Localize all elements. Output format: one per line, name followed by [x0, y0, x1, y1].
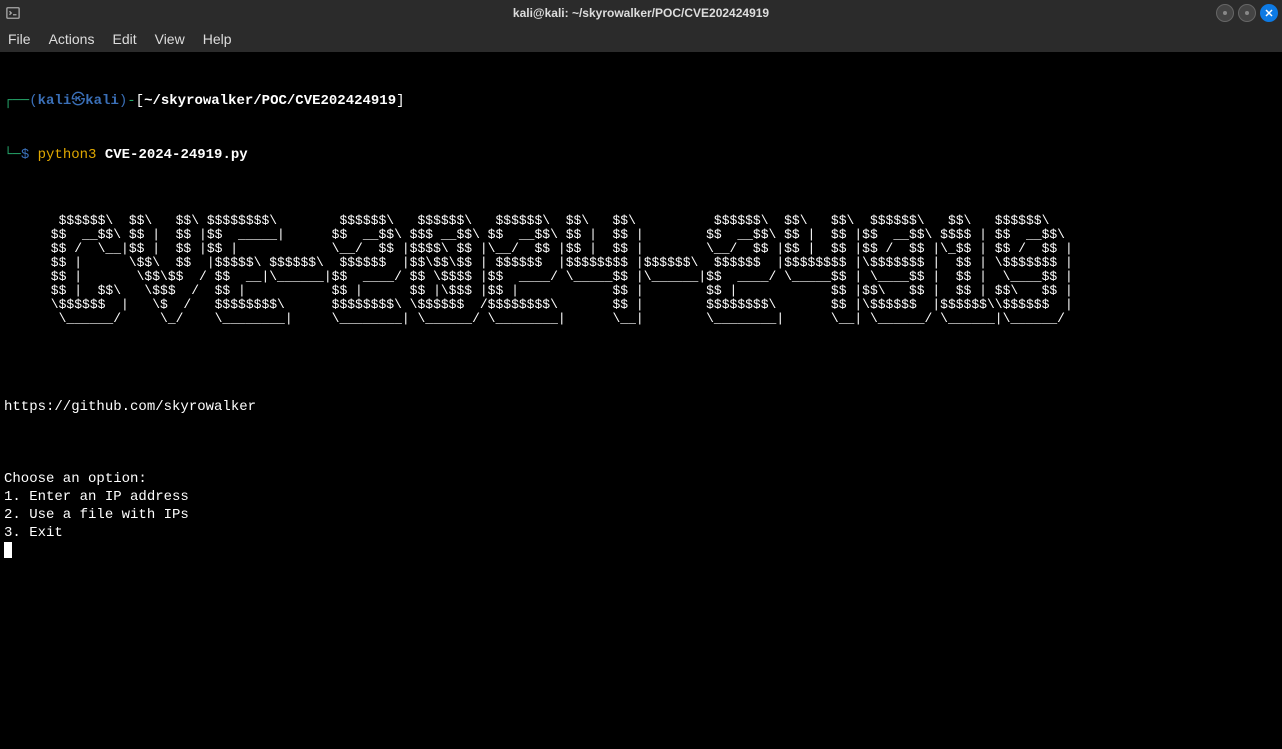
window-title: kali@kali: ~/skyrowalker/POC/CVE20242491…: [513, 6, 769, 20]
menu-option-2: 2. Use a file with IPs: [4, 507, 189, 523]
prompt-corner-bottom: └─: [4, 146, 21, 164]
output-url: https://github.com/skyrowalker: [4, 398, 1278, 416]
prompt-user: kali: [38, 92, 72, 110]
command-argument: CVE-2024-24919.py: [105, 146, 248, 164]
prompt-close-paren: ): [119, 92, 127, 110]
close-button[interactable]: [1260, 4, 1278, 22]
menu-view[interactable]: View: [155, 31, 185, 47]
prompt-dollar: $: [21, 146, 29, 164]
minimize-button[interactable]: [1216, 4, 1234, 22]
menu-file[interactable]: File: [8, 31, 31, 47]
prompt-open-paren: (: [29, 92, 37, 110]
terminal-viewport[interactable]: ┌──(kali㉿kali)-[~/skyrowalker/POC/CVE202…: [0, 52, 1282, 749]
maximize-button[interactable]: [1238, 4, 1256, 22]
cursor: [4, 542, 12, 558]
titlebar: kali@kali: ~/skyrowalker/POC/CVE20242491…: [0, 0, 1282, 26]
prompt-corner-top: ┌──: [4, 92, 29, 110]
terminal-app-icon: [4, 4, 22, 22]
prompt-at-symbol: ㉿: [71, 92, 85, 110]
menu-actions[interactable]: Actions: [49, 31, 95, 47]
prompt-line-1: ┌──(kali㉿kali)-[~/skyrowalker/POC/CVE202…: [4, 92, 1278, 110]
menu-option-1: 1. Enter an IP address: [4, 489, 189, 505]
menu-help[interactable]: Help: [203, 31, 232, 47]
menu-header: Choose an option:: [4, 471, 147, 487]
prompt-dash: -: [127, 92, 135, 110]
menu-edit[interactable]: Edit: [112, 31, 136, 47]
prompt-path: ~/skyrowalker/POC/CVE202424919: [144, 92, 396, 110]
menubar: File Actions Edit View Help: [0, 26, 1282, 52]
menu-option-3: 3. Exit: [4, 525, 63, 541]
output-menu: Choose an option: 1. Enter an IP address…: [4, 470, 1278, 560]
command-binary: python3: [38, 146, 97, 164]
ascii-art-banner: $$$$$$\ $$\ $$\ $$$$$$$$\ $$$$$$\ $$$$$$…: [4, 214, 1278, 326]
prompt-line-2: └─$ python3 CVE-2024-24919.py: [4, 146, 1278, 164]
prompt-host: kali: [85, 92, 119, 110]
prompt-open-bracket: [: [136, 92, 144, 110]
prompt-close-bracket: ]: [396, 92, 404, 110]
